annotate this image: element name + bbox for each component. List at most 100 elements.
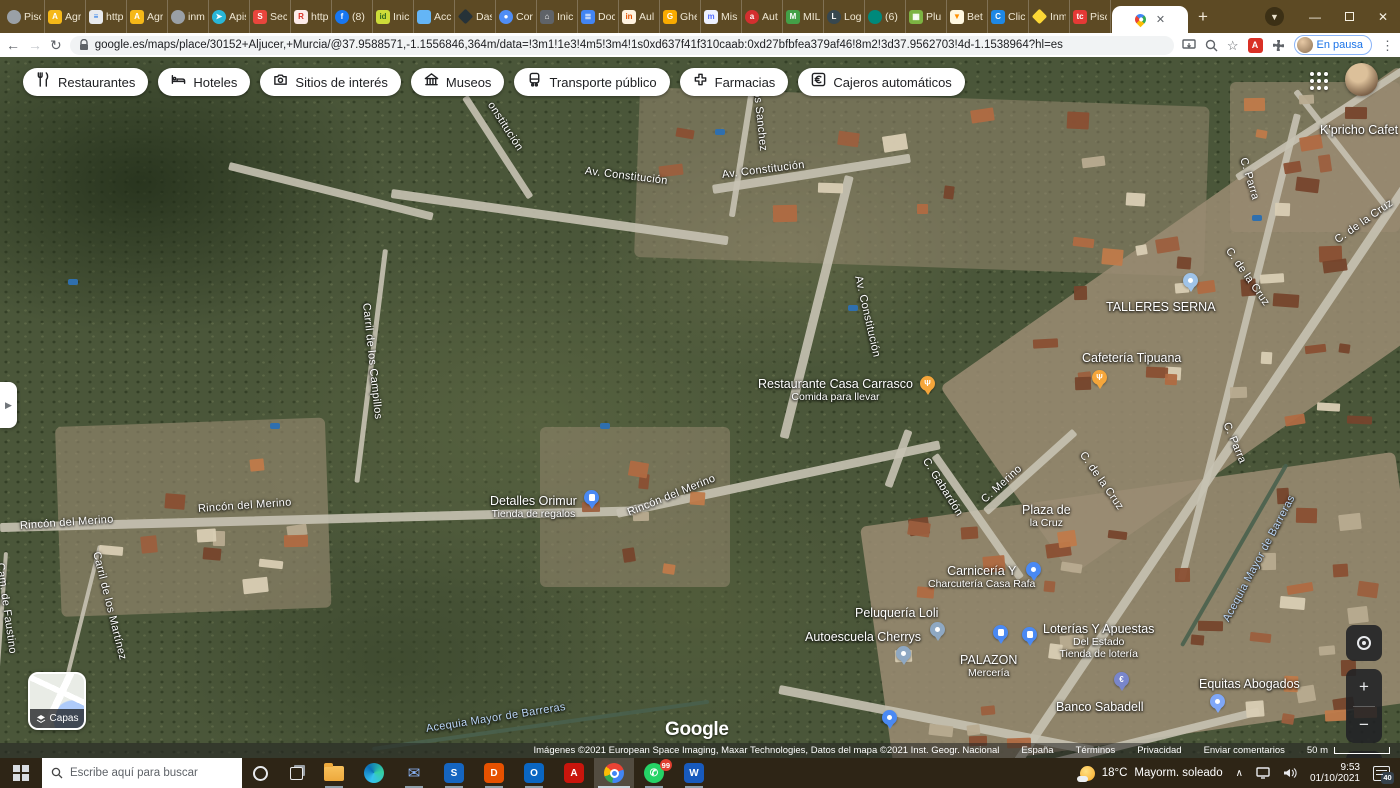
send-to-device-icon[interactable] [1182,39,1196,51]
action-center-icon[interactable]: 40 [1373,766,1390,781]
account-avatar[interactable] [1345,63,1378,96]
chip-restaurant[interactable]: Restaurantes [23,68,148,96]
taskbar-app-word[interactable]: W [674,758,714,788]
back-button[interactable]: ← [6,38,20,52]
map-pin-fork[interactable]: Ψ [1092,370,1107,385]
start-button[interactable] [0,758,42,788]
map-pin-dot[interactable] [896,646,911,661]
attribution-link[interactable]: Términos [1076,745,1116,756]
tab-agr-1[interactable]: AAgr [45,0,86,33]
google-apps-grid-icon[interactable] [1310,72,1328,90]
tab-inic-13[interactable]: ⌂Inic [537,0,578,33]
map-poi-label[interactable]: Plaza dela Cruz [1022,503,1071,529]
taskbar-clock[interactable]: 9:53 01/10/2021 [1310,762,1360,785]
tab-pisc-26[interactable]: tcPisc [1070,0,1111,33]
tab-plu-22[interactable]: ▦Plu [906,0,947,33]
minimize-button[interactable]: — [1298,0,1332,33]
map-poi-label[interactable]: Peluquería Loli [855,606,938,620]
zoom-out-button[interactable]: − [1346,707,1382,744]
tab-close-icon[interactable]: ✕ [1156,13,1165,26]
address-bar[interactable]: google.es/maps/place/30152+Aljucer,+Murc… [70,36,1174,55]
task-view-button[interactable] [278,758,314,788]
my-location-button[interactable] [1346,625,1382,661]
tab-cor-12[interactable]: ●Cor [496,0,537,33]
tab-sec-6[interactable]: SSec [250,0,291,33]
new-tab-button[interactable]: + [1189,3,1217,31]
map-poi-label[interactable]: Detalles OrimurTienda de regalos [490,494,577,520]
zoom-in-button[interactable]: + [1346,669,1382,706]
profile-sync-pill[interactable]: En pausa [1294,35,1372,55]
tab-google-maps-active[interactable]: ✕ [1112,6,1188,33]
attribution-link[interactable]: Enviar comentarios [1204,745,1285,756]
tab-ghe-16[interactable]: GGhe [660,0,701,33]
tab-inm-4[interactable]: inm [168,0,209,33]
tab-log-20[interactable]: LLog [824,0,865,33]
tab-http-7[interactable]: Rhttp [291,0,332,33]
tab-http-2[interactable]: ≡http [86,0,127,33]
tab-mil-19[interactable]: MMIL [783,0,824,33]
tab-das-11[interactable]: Das [455,0,496,33]
map-canvas[interactable]: onstituciónAv. ConstituciónAv. Constituc… [0,57,1400,758]
chip-transit[interactable]: Transporte público [514,68,669,96]
map-poi-label[interactable]: Banco Sabadell [1056,700,1144,714]
taskbar-app-app-d[interactable]: D [474,758,514,788]
reload-button[interactable]: ↻ [50,38,62,52]
taskbar-app-whatsapp[interactable]: ✆99 [634,758,674,788]
attribution-link[interactable]: Privacidad [1137,745,1181,756]
weather-widget[interactable]: 18°C Mayorm. soleado [1080,766,1223,781]
tab-acc-10[interactable]: Acc [414,0,455,33]
tab-mis-17[interactable]: mMis [701,0,742,33]
map-pin-dot[interactable] [1026,562,1041,577]
chip-pharmacy[interactable]: Farmacias [680,68,789,96]
map-pin-sq[interactable] [1022,627,1037,642]
map-poi-label[interactable]: PALAZONMercería [960,653,1017,679]
tab-doc-14[interactable]: ≣Doc [578,0,619,33]
tab-inic-9[interactable]: idInic [373,0,414,33]
side-panel-expand-button[interactable]: ▶ [0,382,17,428]
tab-8-8[interactable]: f(8) [332,0,373,33]
map-pin-fork[interactable]: Ψ [920,376,935,391]
extensions-puzzle-icon[interactable] [1272,39,1285,52]
tab-aul-15[interactable]: inAul [619,0,660,33]
map-pin-dot[interactable] [930,622,945,637]
volume-icon[interactable] [1283,767,1297,779]
attribution-link[interactable]: España [1021,745,1053,756]
map-pin-dot[interactable] [1183,273,1198,288]
restore-button[interactable] [1332,0,1366,33]
forward-button[interactable]: → [28,38,42,52]
cortana-button[interactable] [242,758,278,788]
layers-button[interactable]: Capas [28,672,86,730]
tab-bet-23[interactable]: ▼Bet [947,0,988,33]
taskbar-search-input[interactable]: Escribe aquí para buscar [42,758,242,788]
tab-clic-24[interactable]: CClic [988,0,1029,33]
taskbar-app-mail[interactable]: ✉ [394,758,434,788]
taskbar-app-outlook[interactable]: O [514,758,554,788]
map-poi-label[interactable]: Loterías Y ApuestasDel EstadoTienda de l… [1043,622,1154,660]
map-pin-sq[interactable] [584,490,599,505]
tab-search-button[interactable]: ▼ [1265,7,1284,26]
browser-menu-icon[interactable]: ⋮ [1381,39,1394,52]
bookmark-star-icon[interactable]: ☆ [1227,39,1239,52]
map-poi-label[interactable]: Carnicería YCharcutería Casa Rafa [928,564,1035,590]
map-pin-dot[interactable] [882,710,897,725]
chip-attraction[interactable]: Sitios de interés [260,68,401,96]
chip-museum[interactable]: Museos [411,68,505,96]
map-poi-label[interactable]: K'pricho Cafet [1320,123,1398,137]
tray-overflow-chevron[interactable]: ∧ [1236,768,1243,779]
map-poi-label[interactable]: TALLERES SERNA [1106,300,1216,314]
taskbar-app-edge[interactable] [354,758,394,788]
network-icon[interactable] [1256,767,1270,779]
chip-hotel[interactable]: Hoteles [158,68,250,96]
map-pin-dot[interactable] [1210,694,1225,709]
taskbar-app-chrome[interactable] [594,758,634,788]
tab-6-21[interactable]: (6) [865,0,906,33]
map-poi-label[interactable]: Restaurante Casa CarrascoComida para lle… [758,377,913,403]
chip-atm[interactable]: Cajeros automáticos [798,68,965,96]
tab-aut-18[interactable]: aAut [742,0,783,33]
map-pin-euro[interactable]: € [1114,672,1129,687]
map-poi-label[interactable]: Equitas Abogados [1199,677,1300,691]
map-poi-label[interactable]: Cafetería Tipuana [1082,351,1181,365]
tab-apis-5[interactable]: ➤Apis [209,0,250,33]
map-poi-label[interactable]: Autoescuela Cherrys [805,630,921,644]
taskbar-app-acrobat[interactable]: A [554,758,594,788]
